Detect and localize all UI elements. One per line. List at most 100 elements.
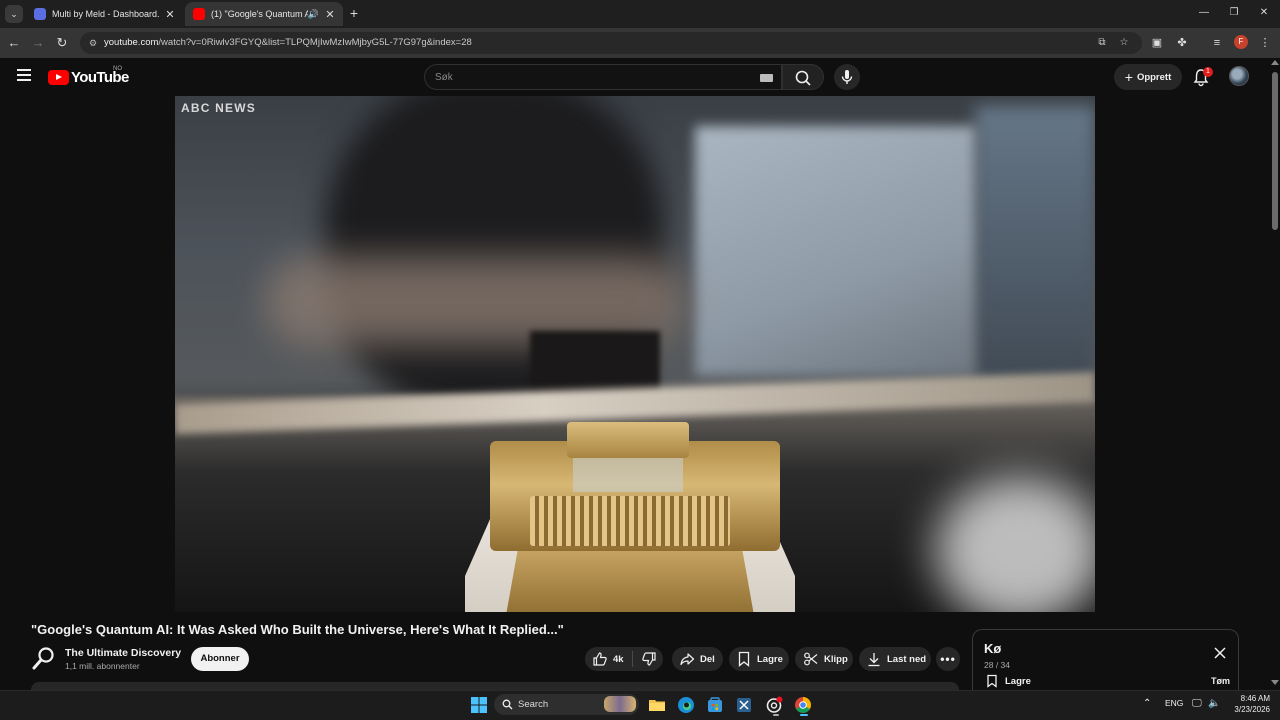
browser-tab-youtube[interactable]: (1) "Google's Quantum AI: I 🔊 ✕: [185, 2, 343, 26]
queue-position: 28 / 34: [984, 660, 1010, 670]
clock-time: 8:46 AM: [1240, 694, 1270, 703]
queue-panel: Kø 28 / 34 Lagre Tøm: [972, 629, 1239, 693]
snipping-tool-icon[interactable]: [734, 695, 754, 715]
queue-title: Kø: [984, 641, 1002, 656]
video-title: "Google's Quantum AI: It Was Asked Who B…: [31, 622, 564, 637]
download-button[interactable]: Last ned: [859, 647, 931, 671]
youtube-logo[interactable]: YouTube NO: [48, 66, 129, 86]
file-explorer-icon[interactable]: [647, 695, 667, 715]
voice-search-button[interactable]: [834, 64, 860, 90]
youtube-play-icon: [48, 70, 69, 85]
share-arrow-icon: [680, 653, 695, 666]
tab-search-button[interactable]: ⌄: [5, 5, 23, 23]
video-frame-chip-top: [567, 422, 689, 458]
more-horizontal-icon: •••: [940, 652, 956, 666]
clock-date: 3/23/2026: [1234, 705, 1270, 714]
scrollbar-thumb[interactable]: [1272, 72, 1278, 230]
queue-save-label: Lagre: [1005, 675, 1031, 687]
new-tab-button[interactable]: +: [346, 5, 362, 21]
search-input[interactable]: [435, 70, 735, 84]
create-button[interactable]: + Opprett: [1114, 64, 1182, 90]
more-actions-button[interactable]: •••: [936, 647, 960, 671]
taskbar-search-label: Search: [518, 699, 549, 710]
bookmark-star-icon[interactable]: ☆: [1117, 36, 1131, 50]
search-highlight-image: [604, 696, 636, 712]
network-icon[interactable]: 🖵: [1192, 698, 1202, 709]
bookmark-icon: [987, 674, 997, 688]
reload-icon[interactable]: ↻: [53, 34, 71, 52]
site-info-icon[interactable]: ⚙: [86, 36, 100, 50]
queue-save-button[interactable]: Lagre: [986, 674, 1031, 688]
profile-avatar[interactable]: F: [1234, 35, 1248, 49]
video-frame-chip-glass: [573, 458, 683, 492]
install-app-icon[interactable]: ⧉: [1095, 36, 1109, 50]
like-button[interactable]: 4k: [592, 651, 624, 667]
divider: [631, 651, 633, 667]
create-label: Opprett: [1136, 71, 1172, 83]
minimize-icon[interactable]: —: [1194, 4, 1214, 22]
scroll-up-arrow-icon[interactable]: [1271, 60, 1279, 65]
back-icon[interactable]: ←: [5, 34, 23, 52]
thumbs-up-icon: [593, 652, 607, 666]
video-frame-window: [695, 126, 975, 376]
scissors-icon: [804, 652, 818, 666]
browser-menu-icon[interactable]: ⋮: [1256, 34, 1274, 52]
download-icon: [868, 653, 880, 667]
active-app-indicator: [800, 714, 808, 716]
search-icon: [502, 699, 513, 710]
dislike-button[interactable]: [641, 651, 657, 667]
keyboard-icon[interactable]: [760, 74, 773, 82]
subscribe-button[interactable]: Abonner: [191, 647, 249, 671]
youtube-header: YouTube NO + Opprett 1: [0, 58, 1270, 96]
browser-toolbar: ← → ↻ ⚙ youtube.com/watch?v=0Riwlv3FGYQ&…: [0, 28, 1280, 58]
video-frame-chip-base: [505, 551, 755, 612]
chrome-browser-icon[interactable]: [793, 695, 813, 715]
close-window-icon[interactable]: ✕: [1254, 4, 1274, 22]
restore-icon[interactable]: ❐: [1224, 4, 1244, 22]
browser-tab-meld[interactable]: Multi by Meld - Dashboard. ✕: [26, 2, 183, 26]
edge-browser-icon[interactable]: [676, 695, 696, 715]
video-frame-chip-pins: [530, 496, 730, 546]
meld-favicon-icon: [34, 8, 46, 20]
notification-badge: 1: [1203, 67, 1213, 77]
youtube-favicon-icon: [193, 8, 205, 20]
media-control-icon[interactable]: ≡: [1208, 34, 1226, 52]
account-avatar[interactable]: [1229, 66, 1249, 86]
microphone-icon: [841, 70, 853, 84]
search-box: [424, 64, 782, 90]
scroll-down-arrow-icon[interactable]: [1271, 680, 1279, 685]
news-watermark: ABC NEWS: [181, 101, 256, 115]
channel-name[interactable]: The Ultimate Discovery: [65, 647, 181, 659]
language-indicator[interactable]: ENG: [1165, 698, 1183, 708]
puzzle-extensions-icon[interactable]: ✤: [1173, 34, 1191, 52]
extension-icon[interactable]: ▣: [1148, 34, 1166, 52]
taskbar-search[interactable]: Search: [494, 694, 639, 715]
save-button[interactable]: Lagre: [729, 647, 789, 671]
save-label: Lagre: [757, 653, 783, 665]
close-tab-icon[interactable]: ✕: [323, 8, 337, 21]
windows-start-icon[interactable]: [469, 695, 489, 715]
video-frame-background: [975, 106, 1095, 406]
hamburger-menu-icon[interactable]: [17, 69, 31, 81]
url-text[interactable]: youtube.com/watch?v=0Riwlv3FGYQ&list=TLP…: [104, 37, 472, 48]
queue-clear-button[interactable]: Tøm: [1211, 676, 1230, 686]
plus-icon: +: [1124, 69, 1133, 85]
tray-overflow-chevron-icon[interactable]: ⌃: [1143, 698, 1151, 709]
forward-icon[interactable]: →: [29, 34, 47, 52]
clip-button[interactable]: Klipp: [795, 647, 853, 671]
search-button[interactable]: [782, 64, 824, 90]
address-bar[interactable]: ⚙ youtube.com/watch?v=0Riwlv3FGYQ&list=T…: [80, 32, 1142, 54]
share-button[interactable]: Del: [672, 647, 723, 671]
speaker-icon[interactable]: 🔊: [308, 9, 319, 20]
channel-avatar-magnifier-icon[interactable]: [31, 645, 57, 671]
video-player[interactable]: ABC NEWS: [175, 96, 1095, 612]
close-queue-icon[interactable]: [1213, 646, 1227, 660]
bookmark-icon: [738, 651, 750, 667]
tab-title: Multi by Meld - Dashboard.: [52, 9, 160, 19]
store-app-icon[interactable]: [705, 695, 725, 715]
close-tab-icon[interactable]: ✕: [163, 8, 177, 21]
volume-icon[interactable]: 🔈: [1208, 698, 1220, 709]
taskbar-clock[interactable]: 8:46 AM 3/23/2026: [1228, 693, 1270, 715]
chatgpt-app-icon[interactable]: [764, 695, 784, 715]
windows-taskbar: [0, 690, 1280, 720]
